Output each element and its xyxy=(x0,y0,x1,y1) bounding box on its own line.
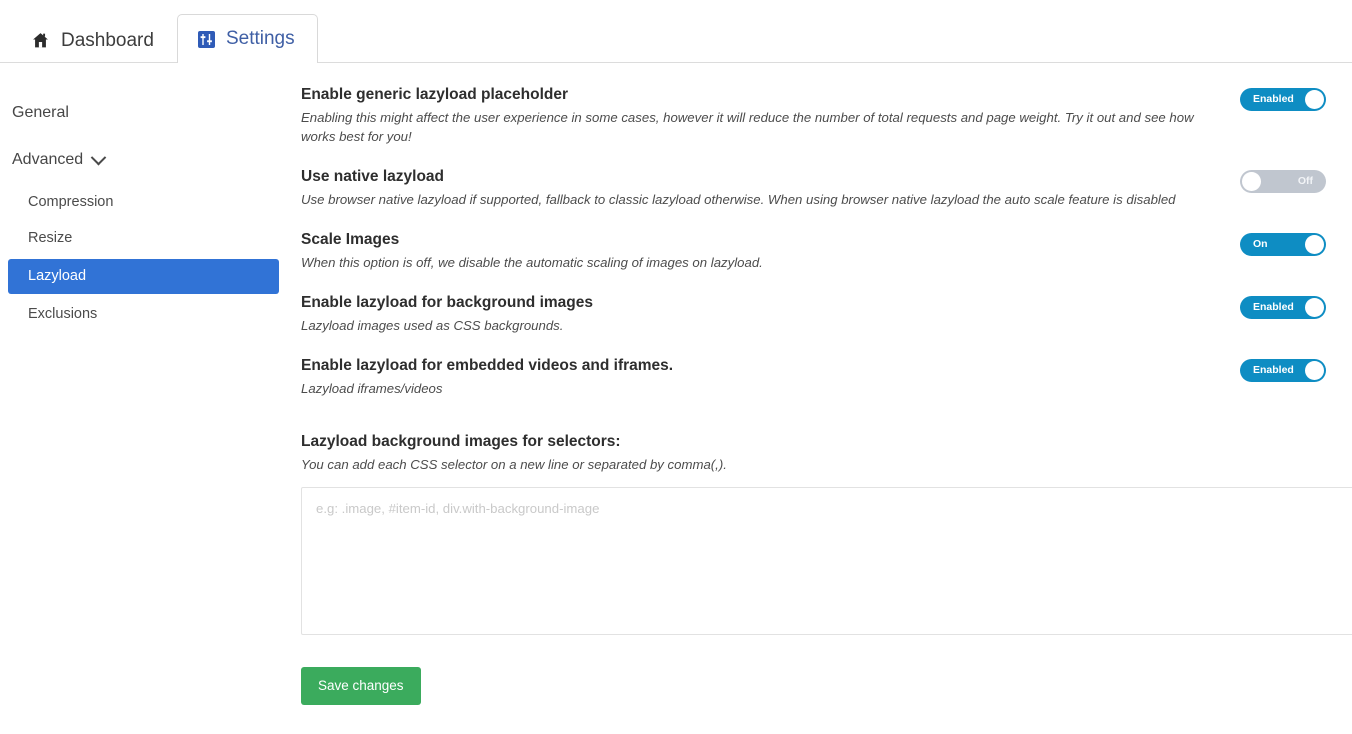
tab-settings-label: Settings xyxy=(225,28,295,49)
setting-description: Use browser native lazyload if supported… xyxy=(301,192,1176,207)
setting-title: Enable lazyload for embedded videos and … xyxy=(301,357,674,374)
selectors-field-title: Lazyload background images for selectors… xyxy=(301,433,621,450)
sidebar-item-exclusions-label: Exclusions xyxy=(28,306,98,322)
setting-text: Enable lazyload for background images La… xyxy=(301,293,1240,335)
toggle-knob xyxy=(1305,361,1324,380)
setting-text: Scale Images When this option is off, we… xyxy=(301,230,1240,272)
setting-text: Use native lazyload Use browser native l… xyxy=(301,167,1240,209)
settings-icon xyxy=(197,30,215,48)
sidebar-item-resize-label: Resize xyxy=(28,230,73,246)
toggle-videos-iframes[interactable]: Enabled xyxy=(1240,359,1326,382)
sidebar-item-compression[interactable]: Compression xyxy=(8,187,279,218)
sidebar-item-general[interactable]: General xyxy=(0,95,290,131)
chevron-down-icon xyxy=(90,149,107,165)
toggle-native-lazyload[interactable]: Off xyxy=(1240,170,1326,193)
settings-panel: Enable generic lazyload placeholder Enab… xyxy=(290,63,1352,734)
setting-row-generic-placeholder: Enable generic lazyload placeholder Enab… xyxy=(301,85,1352,146)
toggle-scale-images[interactable]: On xyxy=(1240,233,1326,256)
setting-description: Lazyload images used as CSS backgrounds. xyxy=(301,318,564,333)
sidebar-subitems: Compression Resize Lazyload Exclusions xyxy=(0,187,290,330)
sidebar-item-lazyload-label: Lazyload xyxy=(28,268,87,284)
tab-bar: Dashboard Settings xyxy=(0,0,1352,64)
tab-dashboard[interactable]: Dashboard xyxy=(10,17,177,63)
sidebar-item-resize[interactable]: Resize xyxy=(8,223,279,254)
setting-title: Scale Images xyxy=(301,231,400,248)
toggle-knob xyxy=(1305,298,1324,317)
setting-row-background-images: Enable lazyload for background images La… xyxy=(301,293,1352,335)
sidebar-group-advanced-label: Advanced xyxy=(12,151,84,168)
setting-row-videos-iframes: Enable lazyload for embedded videos and … xyxy=(301,356,1352,398)
setting-title: Use native lazyload xyxy=(301,168,445,185)
setting-title: Enable lazyload for background images xyxy=(301,294,593,311)
save-changes-button[interactable]: Save changes xyxy=(301,667,421,705)
setting-description: Lazyload iframes/videos xyxy=(301,381,443,396)
toggle-knob xyxy=(1305,235,1324,254)
setting-description: Enabling this might affect the user expe… xyxy=(301,110,1194,144)
toggle-label: Off xyxy=(1297,175,1313,187)
toggle-label: Enabled xyxy=(1253,93,1294,105)
toggle-label: Enabled xyxy=(1253,364,1294,376)
selectors-field-block: Lazyload background images for selectors… xyxy=(301,432,1352,635)
toggle-generic-placeholder[interactable]: Enabled xyxy=(1240,88,1326,111)
sidebar-item-exclusions[interactable]: Exclusions xyxy=(8,299,279,330)
toggle-knob xyxy=(1242,172,1261,191)
setting-title: Enable generic lazyload placeholder xyxy=(301,86,569,103)
selectors-textarea[interactable] xyxy=(301,487,1352,635)
toggle-label: Enabled xyxy=(1253,301,1294,313)
sidebar-item-lazyload[interactable]: Lazyload xyxy=(8,259,279,294)
selectors-field-description: You can add each CSS selector on a new l… xyxy=(301,457,727,472)
toggle-background-images[interactable]: Enabled xyxy=(1240,296,1326,319)
sidebar-item-compression-label: Compression xyxy=(28,194,114,210)
toggle-label: On xyxy=(1253,238,1268,250)
page-layout: General Advanced Compression Resize Lazy… xyxy=(0,63,1352,734)
tab-settings[interactable]: Settings xyxy=(176,14,318,64)
setting-text: Enable lazyload for embedded videos and … xyxy=(301,356,1240,398)
tab-dashboard-label: Dashboard xyxy=(61,29,154,51)
setting-row-native-lazyload: Use native lazyload Use browser native l… xyxy=(301,167,1352,209)
setting-description: When this option is off, we disable the … xyxy=(301,255,763,270)
sidebar-item-general-label: General xyxy=(12,104,69,121)
sidebar: General Advanced Compression Resize Lazy… xyxy=(0,63,290,734)
setting-row-scale-images: Scale Images When this option is off, we… xyxy=(301,230,1352,272)
toggle-knob xyxy=(1305,90,1324,109)
home-icon xyxy=(31,31,50,50)
sidebar-group-advanced[interactable]: Advanced xyxy=(0,142,290,178)
setting-text: Enable generic lazyload placeholder Enab… xyxy=(301,85,1240,146)
